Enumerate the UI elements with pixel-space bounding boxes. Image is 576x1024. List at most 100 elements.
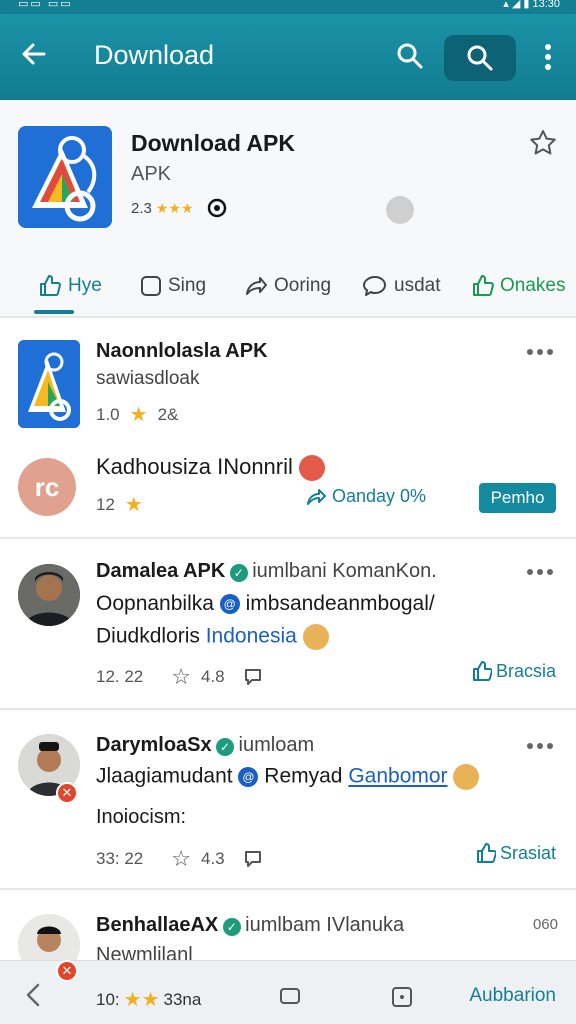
post-text: Remyad — [264, 764, 343, 788]
thumbs-up-icon — [472, 661, 492, 681]
post-body-line: Oopnanbilka @ imbsandeanmbogal/ — [96, 592, 435, 616]
post-header: DarymloaSx ✓ iumloam — [96, 734, 314, 757]
square-icon — [141, 276, 161, 296]
rating-value: 1.0 — [96, 404, 120, 424]
post-link[interactable]: Ganbomor — [348, 765, 447, 788]
emoji-icon — [453, 764, 480, 790]
post-author[interactable]: BenhallaeAX — [96, 914, 218, 936]
post-tag: iumloam — [238, 734, 315, 756]
action-label: Bracsia — [495, 660, 556, 681]
action-label: Srasiat — [499, 842, 556, 863]
like-count: 4.8 — [201, 667, 225, 686]
post-header: Damalea APK ✓ iumlbani KomanKon. — [96, 560, 437, 583]
post-action-link[interactable]: Srasiat — [476, 842, 556, 864]
list-item[interactable]: ✕ DarymloaSx ✓ iumloam Jlaagiamudant @ R… — [0, 712, 576, 888]
post-author[interactable]: DarymloaSx — [96, 734, 212, 756]
favorite-star-icon[interactable] — [528, 128, 558, 158]
tab-hye[interactable]: Hye — [38, 266, 102, 306]
post-time: 12. 22 — [96, 667, 144, 686]
app-logo-icon — [18, 340, 80, 428]
star-icon: ★ — [129, 404, 148, 426]
post-tag: iumlbam IVlanuka — [245, 914, 405, 936]
tab-bar: Hye Sing Ooring usdat Onakes — [0, 258, 576, 316]
verified-badge-icon: ✓ — [222, 917, 241, 936]
item-secondary-title: Kadhousiza INonnril — [96, 454, 326, 482]
comment-icon[interactable] — [243, 849, 263, 869]
back-arrow-icon[interactable] — [20, 981, 48, 1009]
comment-icon[interactable] — [278, 985, 302, 1009]
list-item[interactable]: Damalea APK ✓ iumlbani KomanKon. Oopnanb… — [0, 540, 576, 708]
item-title: Naonnlolasla APK — [96, 340, 268, 362]
share-icon — [306, 488, 326, 505]
post-stats: 12. 22 ☆ 4.8 — [96, 664, 263, 690]
post-text: Newmlilanl — [96, 944, 193, 960]
more-horiz-icon[interactable] — [526, 742, 554, 750]
app-bar: Download — [0, 14, 576, 100]
search-button[interactable] — [444, 35, 516, 81]
app-name: Download APK — [131, 130, 295, 156]
like-count: 4.3 — [201, 849, 225, 868]
tab-label: Onakes — [500, 275, 566, 296]
count-value: 12 — [96, 494, 115, 514]
rating-extra: 33na — [163, 989, 202, 1009]
comment-icon[interactable] — [243, 667, 263, 687]
post-action-link[interactable]: Bracsia — [472, 660, 556, 682]
post-text: Diudkdloris — [96, 624, 200, 648]
tab-usdat[interactable]: usdat — [362, 266, 440, 306]
share-link[interactable]: Oanday 0% — [306, 486, 426, 507]
search-icon — [467, 45, 493, 71]
item-rating: 1.0 ★ 2& — [96, 402, 178, 427]
divider — [0, 888, 576, 890]
secondary-title-text: Kadhousiza INonnril — [96, 454, 293, 479]
post-text: Inoiocism: — [96, 806, 187, 828]
bottom-rating: 10: ★★ 33na — [96, 987, 201, 1012]
star-outline-icon[interactable]: ☆ — [171, 664, 191, 690]
verified-badge-icon: ✓ — [216, 737, 235, 756]
tab-ooring[interactable]: Ooring — [244, 266, 331, 306]
back-arrow-icon[interactable] — [18, 38, 50, 70]
thumbs-up-icon — [40, 275, 61, 296]
pemho-button[interactable]: Pemho — [479, 483, 556, 513]
divider — [0, 316, 576, 318]
loading-indicator-icon — [386, 196, 414, 224]
chat-icon — [363, 276, 386, 296]
post-text: Oopnanbilka — [96, 592, 214, 615]
verified-badge-icon: ✓ — [229, 563, 248, 582]
app-logo-icon[interactable] — [18, 126, 112, 228]
emoji-icon — [299, 455, 326, 482]
tab-onakes[interactable]: Onakes — [472, 266, 565, 306]
tab-label: Ooring — [274, 275, 332, 296]
tab-sing[interactable]: Sing — [140, 266, 206, 306]
share-label: Oanday 0% — [331, 486, 426, 506]
avatar — [18, 914, 80, 960]
avatar: rc — [18, 458, 76, 516]
more-horiz-icon[interactable] — [526, 568, 554, 576]
target-icon — [207, 198, 226, 218]
post-link[interactable]: Indonesia — [206, 625, 297, 648]
post-author[interactable]: Damalea APK — [96, 560, 225, 582]
star-outline-icon[interactable]: ☆ — [171, 846, 191, 872]
rating-value: 10: — [96, 989, 120, 1009]
post-text: imbsandeanmbogal/ — [245, 592, 435, 615]
status-icons-left: ▭▭ ▭▭ — [18, 0, 73, 10]
rating-stars-icon: ★★ — [123, 989, 160, 1011]
more-vert-icon[interactable] — [538, 42, 558, 72]
more-horiz-icon[interactable] — [526, 348, 554, 356]
close-badge-icon: ✕ — [56, 782, 78, 804]
active-tab-indicator — [34, 310, 74, 314]
page-title: Download — [94, 40, 215, 70]
app-rating: 2.3 ★★★ — [131, 197, 228, 219]
post-body-line: Jlaagiamudant @ Remyad Ganbomor — [96, 764, 480, 790]
thumbs-up-icon — [476, 843, 496, 863]
bottom-action-button[interactable]: Aubbarion — [469, 985, 556, 1007]
bookmark-icon[interactable] — [390, 985, 414, 1009]
search-icon[interactable] — [396, 42, 424, 70]
item-count: 12 ★ — [96, 492, 143, 517]
item-subtitle: sawiasdloak — [96, 368, 200, 389]
list-item[interactable]: BenhallaeAX ✓ iumlbam IVlanuka 060 Newml… — [0, 892, 576, 960]
post-stats: 33: 22 ☆ 4.3 — [96, 846, 263, 872]
divider — [0, 537, 576, 539]
emoji-icon — [302, 624, 329, 650]
status-bar: ▭▭ ▭▭ ▴ ◢ ▮ 13:30 — [0, 0, 576, 14]
share-icon — [246, 277, 267, 295]
